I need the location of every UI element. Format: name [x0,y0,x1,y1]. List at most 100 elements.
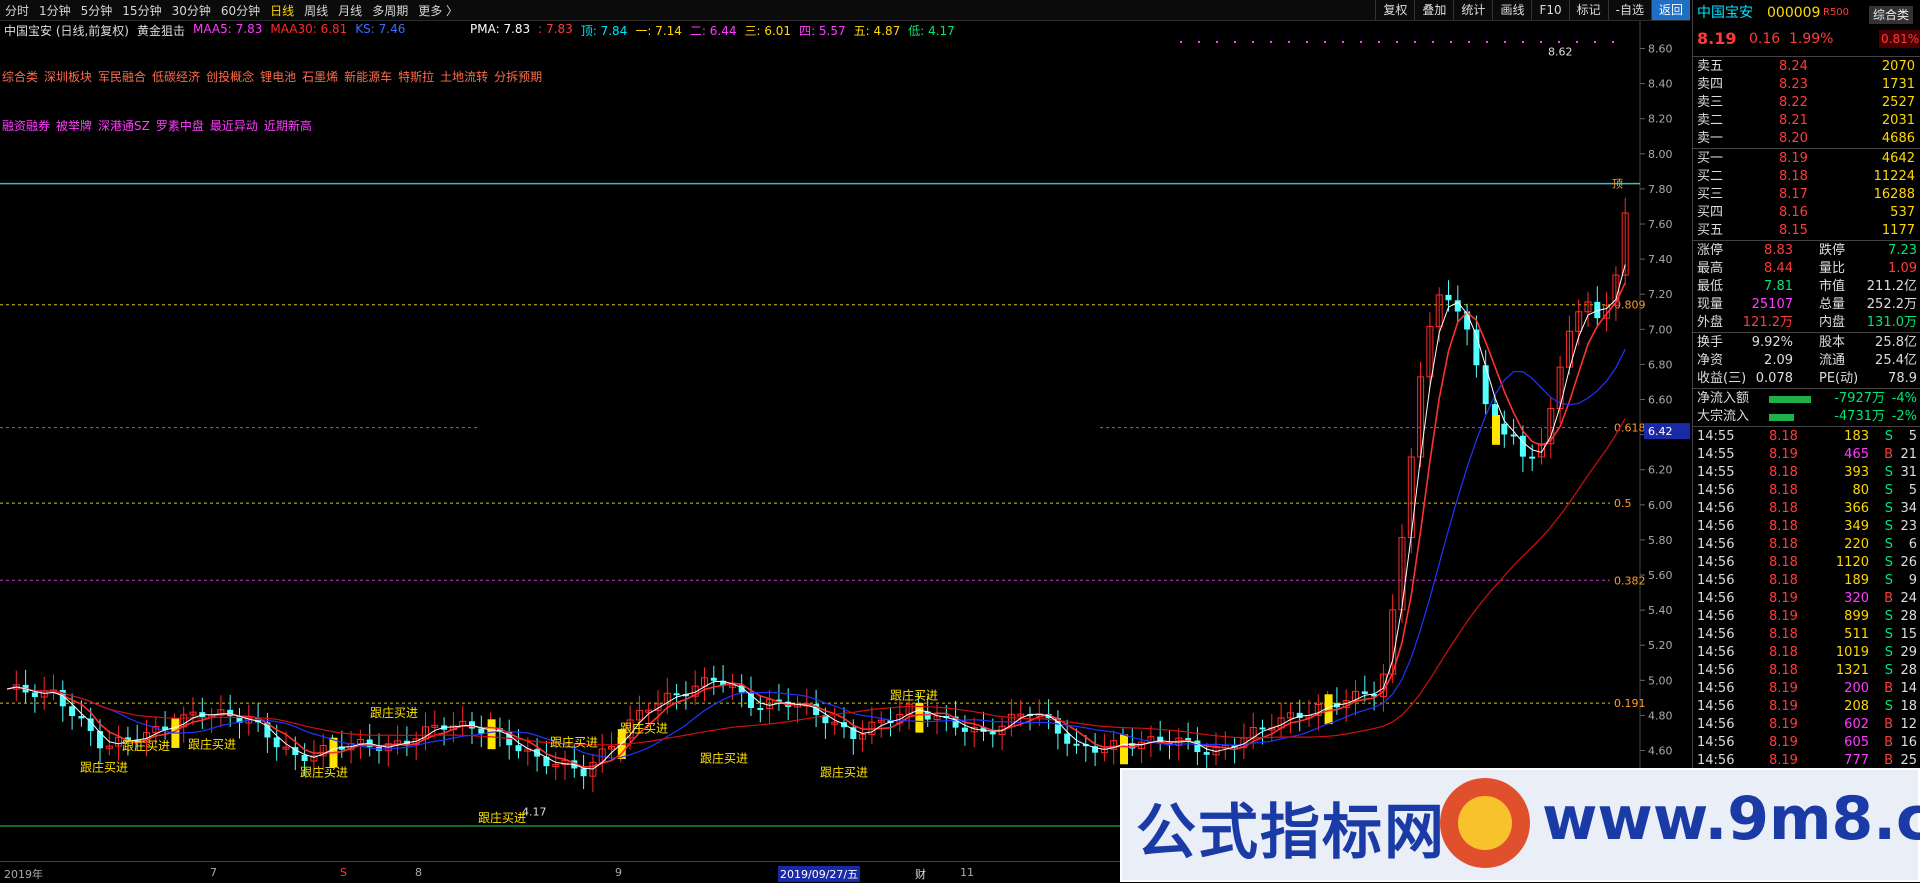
tick-count: 26 [1900,555,1917,570]
ask-price: 8.23 [1779,77,1808,92]
top-dot [1378,41,1380,43]
tick-count: 34 [1900,501,1917,516]
price-tick: 4.80 [1648,709,1673,722]
tick-volume: 183 [1844,429,1869,444]
tick-price: 8.18 [1769,573,1798,588]
timeframe-tab[interactable]: 15分钟 [117,2,166,19]
concept-tag[interactable]: 锂电池 [260,70,296,84]
top-dot [1612,41,1614,43]
level2-legend: 二: 6.44 [689,24,737,38]
toolbar-button[interactable]: 复权 [1375,0,1414,20]
candle-body [1519,435,1526,457]
event-mark[interactable]: S [340,866,347,879]
tick-volume: 1321 [1835,663,1869,678]
concept-tag[interactable]: 新能源车 [344,70,392,84]
tick-count: 28 [1900,663,1917,678]
event-mark[interactable]: 财 [915,866,926,882]
timeframe-tab[interactable]: 30分钟 [167,2,216,19]
candle-body [1445,294,1452,301]
tick-price: 8.18 [1769,555,1798,570]
price-tick: 4.60 [1648,745,1673,758]
timeframe-tab[interactable]: 周线 [299,2,333,19]
tick-row: 14:56 8.18 1120 S 26 [1693,554,1920,572]
tick-count: 5 [1908,429,1917,444]
tick-row: 14:56 8.18 1019 S 29 [1693,644,1920,662]
divider [1693,148,1920,149]
tick-side: S [1884,465,1893,480]
price-tick: 8.20 [1648,113,1673,126]
tick-volume: 1019 [1835,645,1869,660]
timeframe-tab[interactable]: 1分钟 [34,2,76,19]
tool-buttons: 复权 叠加 统计 画线 F10 标记 -自选 返回 [1375,0,1690,20]
top-dot [1432,41,1434,43]
period-toolbar: 分时 1分钟 5分钟 15分钟 30分钟 60分钟 日线 周线 月线 多周期 更多 〉 复权 叠加 统计画… [0,0,1690,21]
tick-price: 8.18 [1769,501,1798,516]
tick-side: S [1884,483,1893,498]
industry-button[interactable]: 综合类 [1869,6,1914,24]
concept-tag[interactable]: 最近异动 [210,119,258,133]
top-dot [1558,41,1560,43]
concept-tag[interactable]: 深圳板块 [44,70,92,84]
buy-signal-label: 跟庄买进 [890,687,938,702]
stat-label: 最低 [1697,279,1724,294]
timeframe-tab[interactable]: 更多 〉 [413,2,463,19]
concept-tag[interactable]: 近期新高 [264,119,312,133]
toolbar-button[interactable]: 返回 [1650,0,1690,20]
stat-value: 25107 [1751,297,1793,312]
timeframe-tab[interactable]: 分时 [0,2,34,19]
tick-volume: 366 [1844,501,1869,516]
concept-tag[interactable]: 罗素中盘 [156,119,204,133]
pma-label: PMA: 7.83 [470,22,531,36]
concept-tag[interactable]: 深港通SZ [98,119,150,133]
flow-value: -4731万 [1834,409,1885,424]
toolbar-button[interactable]: 统计 [1453,0,1492,20]
timeframe-tab[interactable]: 60分钟 [216,2,265,19]
concept-tag[interactable]: 分拆预期 [494,70,542,84]
indicator-legend: 中国宝安 (日线,前复权) 黄金狙击 MAA5: 7.83 MAA30: 6.8… [4,22,405,40]
ks-legend: KS: 7.46 [355,22,406,36]
concept-tag[interactable]: 被举牌 [56,119,92,133]
tick-row: 14:56 8.18 366 S 34 [1693,500,1920,518]
concept-tag[interactable]: 土地流转 [440,70,488,84]
tick-row: 14:55 8.19 465 B 21 [1693,446,1920,464]
tick-count: 12 [1900,717,1917,732]
timeframe-tab[interactable]: 5分钟 [76,2,118,19]
ask-row: 卖五 8.24 2070 [1693,58,1920,76]
buy-signal-label: 跟庄买进 [700,751,748,766]
toolbar-button[interactable]: 叠加 [1414,0,1453,20]
stat-value: 131.0万 [1866,315,1917,330]
tick-count: 18 [1900,699,1917,714]
concept-tag[interactable]: 综合类 [2,70,38,84]
concept-tag[interactable]: 创投概念 [206,70,254,84]
timeframe-tab[interactable]: 月线 [333,2,367,19]
tick-time: 14:56 [1697,537,1735,552]
tick-count: 31 [1900,465,1917,480]
level5-legend: 五: 4.87 [853,24,901,38]
concept-tag[interactable]: 石墨烯 [302,70,338,84]
ask-row: 卖二 8.21 2031 [1693,112,1920,130]
stat-value: 2.09 [1764,353,1793,368]
concept-tag[interactable]: 军民融合 [98,70,146,84]
candle-body [1529,456,1536,459]
candle-body [710,677,717,681]
toolbar-button[interactable]: -自选 [1607,0,1651,20]
tick-time: 14:56 [1697,609,1735,624]
kline-chart[interactable]: 8.60 8.40 8.20 8.00 7.80 7.60 7.40 7.20 7.00 6.80… [0,21,1690,861]
tick-count: 28 [1900,609,1917,624]
tick-time: 14:55 [1697,447,1735,462]
ask-price: 8.24 [1779,59,1808,74]
concept-tag[interactable]: 特斯拉 [398,70,434,84]
stat-value: 211.2亿 [1866,279,1917,294]
tick-time: 14:56 [1697,627,1735,642]
concept-tag[interactable]: 融资融券 [2,119,50,133]
toolbar-button[interactable]: 标记 [1568,0,1608,20]
concept-tag[interactable]: 低碳经济 [152,70,200,84]
timeframe-tab[interactable]: 多周期 [367,2,413,19]
timeframe-tab[interactable]: 日线 [265,2,299,19]
toolbar-button[interactable]: 画线 [1492,0,1531,20]
divider [1693,388,1920,389]
flow-label: 净流入额 [1697,391,1750,406]
toolbar-button[interactable]: F10 [1531,0,1568,20]
stat-row: 最低 7.81 市值 211.2亿 [1693,278,1920,296]
stat-value: 7.81 [1764,279,1793,294]
